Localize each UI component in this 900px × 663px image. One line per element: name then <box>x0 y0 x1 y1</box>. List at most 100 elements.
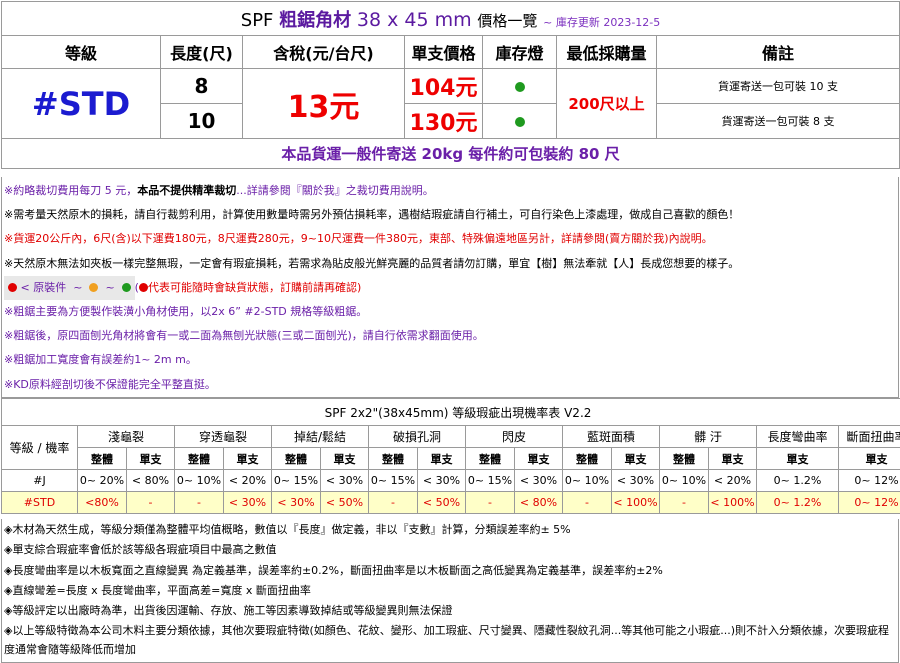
sub-whole: 整體 <box>271 447 321 470</box>
title-list: 價格一覽 <box>477 11 538 30</box>
cell: < 80% <box>514 491 563 514</box>
cell: - <box>126 491 175 514</box>
row-grade: #STD <box>1 491 78 514</box>
legend-tilde: ~ <box>105 280 115 294</box>
orange-dot-icon <box>89 282 99 292</box>
col-tax: 含稅(元/台尺) <box>242 35 405 69</box>
sub-single: 單支 <box>223 447 272 470</box>
note-line: ※天然原木無法如夾板一樣完整無瑕，一定會有瑕疵損耗，若需求為貼皮般光鮮亮麗的品質… <box>4 256 740 270</box>
cell: < 50% <box>417 491 466 514</box>
cell: - <box>368 491 418 514</box>
green-dot-icon <box>121 282 131 292</box>
legend-box: < 原裝件 ~ ~ <box>4 275 135 300</box>
cell: 0~ 15% <box>465 469 515 492</box>
note-line: ※KD原料經剖切後不保證能完全平整直挺。 <box>4 377 216 391</box>
defect-table: SPF 2x2"(38x45mm) 等級瑕疵出現機率表 V2.2 等級 / 機率… <box>0 398 900 514</box>
cell: < 100% <box>611 491 660 514</box>
footnotes: ◈木材為天然生成，等級分類僅為整體平均值概略，數值以『長度』做定義，非以『支數』… <box>1 519 899 663</box>
cell: < 80% <box>126 469 175 492</box>
product-grade: #STD <box>1 68 161 139</box>
title-brand: SPF <box>240 9 274 31</box>
cell: 0~ 10% <box>659 469 709 492</box>
legend-text: 代表可能隨時會缺貨狀態，訂購前請再確認) <box>147 280 362 294</box>
sub-single: 單支 <box>708 447 757 470</box>
cell: 0~ 10% <box>174 469 224 492</box>
cell: < 30% <box>223 491 272 514</box>
footnote: ◈單支綜合瑕疵率會低於該等級各瑕疵項目中最高之數值 <box>4 543 277 557</box>
stock-cell <box>482 68 557 104</box>
red-dot-icon <box>8 282 17 292</box>
unit-price-cell: 130元 <box>404 103 483 139</box>
note-line: ※約略裁切費用每刀 5 元，本品不提供精準裁切...詳請參閱『關於我』之裁切費用… <box>4 179 894 203</box>
col-grade: 等級 <box>1 35 161 69</box>
length-cell: 8 <box>160 68 243 104</box>
cell: - <box>174 491 224 514</box>
sub-whole: 整體 <box>174 447 224 470</box>
notes-section: ※約略裁切費用每刀 5 元，本品不提供精準裁切...詳請參閱『關於我』之裁切費用… <box>1 177 899 398</box>
note-text: ※約略裁切費用每刀 5 元， <box>4 184 138 197</box>
price-table: SPF 粗鋸角材 38 x 45 mm 價格一覽 ~ 庫存更新 2023-12-… <box>0 1 900 169</box>
grade-header: 等級 / 機率 <box>1 425 78 470</box>
col-min-buy: 最低採購量 <box>556 35 657 69</box>
footnote: ◈直線彎差=長度 x 長度彎曲率，平面高差=寬度 x 斷面扭曲率 <box>4 583 311 597</box>
length-cell: 10 <box>160 103 243 139</box>
defect-category: 藍斑面積 <box>562 425 660 448</box>
footnote: ◈以上等級特徵為本公司木料主要分類依據，其他次要瑕疵特徵(如顏色、花紋、變形、加… <box>4 624 890 657</box>
defect-category: 髒 汙 <box>659 425 757 448</box>
min-buy: 200尺以上 <box>556 68 657 139</box>
sub-whole: 整體 <box>562 447 612 470</box>
col-remarks: 備註 <box>655 35 900 69</box>
sub-whole: 整體 <box>659 447 709 470</box>
sub-single: 單支 <box>126 447 175 470</box>
note-line: ※粗鋸後，原四面刨光角材將會有一或二面為無刨光狀態(三或二面刨光)，請自行依需求… <box>4 329 484 343</box>
sub-single: 單支 <box>756 447 839 470</box>
product-price: 13元 <box>242 68 405 139</box>
cell: < 30% <box>417 469 466 492</box>
table-row: #J 0~ 20% < 80% 0~ 10% < 20% 0~ 15% < 30… <box>1 469 900 492</box>
sub-whole: 整體 <box>368 447 418 470</box>
defect-category: 長度彎曲率 <box>756 425 839 448</box>
footnote: ◈長度彎曲率是以木板寬面之直線變異 為定義基準，誤差率約±0.2%，斷面扭曲率是… <box>4 563 663 577</box>
defect-category: 淺龜裂 <box>77 425 175 448</box>
legend-label: < 原裝件 <box>20 280 67 294</box>
cell: 0~ 10% <box>562 469 612 492</box>
cell: < 30% <box>320 469 369 492</box>
shipping-banner: 本品貨運一般件寄送 20kg 每件約可包裝約 80 尺 <box>0 138 900 169</box>
title-update: ~ 庫存更新 2023-12-5 <box>543 15 661 29</box>
cell: < 20% <box>223 469 272 492</box>
page: SPF 粗鋸角材 38 x 45 mm 價格一覽 ~ 庫存更新 2023-12-… <box>0 0 900 663</box>
col-stock: 庫存燈 <box>482 35 557 69</box>
col-unit-price: 單支價格 <box>404 35 483 69</box>
legend-tilde: ~ <box>73 280 83 294</box>
defect-category: 閃皮 <box>465 425 563 448</box>
col-length: 長度(尺) <box>160 35 243 69</box>
cell: <80% <box>77 491 127 514</box>
sub-single: 單支 <box>320 447 369 470</box>
remark-cell: 貨運寄送一包可裝 10 支 <box>655 68 900 104</box>
green-dot-icon <box>514 116 525 127</box>
sub-whole: 整體 <box>77 447 127 470</box>
remark-cell: 貨運寄送一包可裝 8 支 <box>655 103 900 139</box>
red-dot-icon <box>138 282 148 292</box>
green-dot-icon <box>514 81 525 92</box>
cell: 0~ 1.2% <box>756 491 839 514</box>
cell: 0~ 15% <box>271 469 321 492</box>
cell: < 30% <box>271 491 321 514</box>
cell: 0~ 20% <box>77 469 127 492</box>
cell: < 30% <box>611 469 660 492</box>
cell: 0~ 12% <box>837 469 900 492</box>
cell: 0~ 15% <box>368 469 418 492</box>
title-size: 38 x 45 mm <box>356 8 472 31</box>
cell: - <box>562 491 612 514</box>
note-text: 本品不提供精準裁切 <box>137 184 237 197</box>
sub-single: 單支 <box>611 447 660 470</box>
cell: < 50% <box>320 491 369 514</box>
note-text: ...詳請參閱『關於我』之裁切費用說明。 <box>236 184 434 197</box>
cell: 0~ 12% <box>837 491 900 514</box>
cell: - <box>659 491 709 514</box>
note-line: ※貨運20公斤內，6尺(含)以下運費180元，8尺運費280元，9~10尺運費一… <box>4 232 713 246</box>
note-line: ※粗鋸加工寬度會有誤差約1~ 2m m。 <box>4 353 197 367</box>
defect-category: 穿透龜裂 <box>174 425 272 448</box>
table-row: #STD <80% - - < 30% < 30% < 50% - < 50% … <box>1 491 900 514</box>
stock-cell <box>482 103 557 139</box>
